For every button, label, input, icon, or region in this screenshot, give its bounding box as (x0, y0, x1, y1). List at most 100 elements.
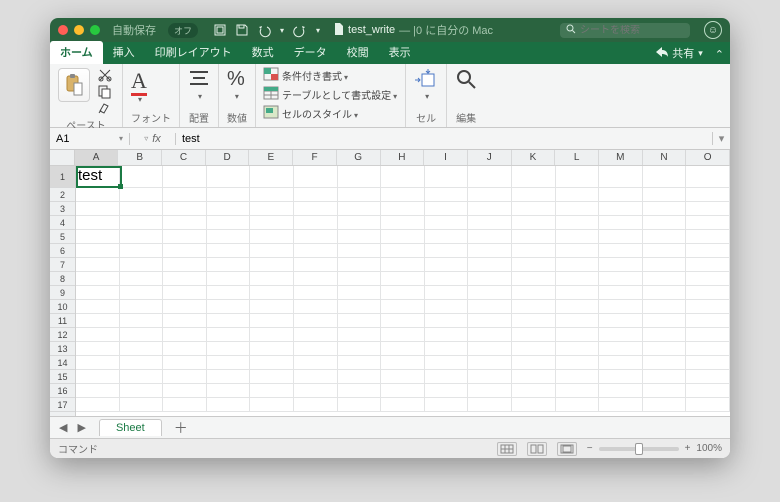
cell[interactable] (599, 188, 643, 202)
cell[interactable] (468, 286, 512, 300)
cell[interactable] (599, 384, 643, 398)
row-header[interactable]: 13 (50, 342, 75, 356)
col-header[interactable]: O (686, 150, 730, 165)
cell[interactable] (686, 244, 730, 258)
expand-formula-bar-icon[interactable]: ▾ (712, 132, 730, 145)
cell[interactable] (425, 286, 469, 300)
share-button[interactable]: 共有 ▾ (646, 42, 713, 64)
cells-button[interactable] (414, 68, 438, 91)
cell[interactable] (294, 216, 338, 230)
cell[interactable] (556, 300, 600, 314)
cell[interactable] (643, 328, 687, 342)
col-header[interactable]: K (512, 150, 556, 165)
cell[interactable] (163, 384, 207, 398)
cell[interactable] (338, 370, 382, 384)
cell[interactable] (207, 166, 251, 188)
row-header[interactable]: 5 (50, 230, 75, 244)
cell[interactable] (120, 314, 164, 328)
cell[interactable] (294, 166, 338, 188)
cell[interactable] (207, 202, 251, 216)
add-sheet-button[interactable]: ＋ (174, 418, 188, 438)
row-header[interactable]: 9 (50, 286, 75, 300)
cell[interactable] (76, 314, 120, 328)
cell[interactable] (643, 258, 687, 272)
cell[interactable] (468, 342, 512, 356)
cell[interactable] (512, 230, 556, 244)
cell[interactable] (599, 166, 643, 188)
cell[interactable] (556, 356, 600, 370)
cell[interactable] (250, 230, 294, 244)
col-header[interactable]: N (643, 150, 687, 165)
cell[interactable] (556, 328, 600, 342)
cell[interactable] (512, 216, 556, 230)
row-header[interactable]: 3 (50, 202, 75, 216)
cell[interactable] (207, 216, 251, 230)
cell[interactable] (250, 314, 294, 328)
cell[interactable] (120, 216, 164, 230)
cell[interactable] (643, 342, 687, 356)
undo-icon[interactable] (258, 24, 270, 36)
cell[interactable] (686, 314, 730, 328)
cell[interactable] (250, 300, 294, 314)
cell[interactable] (468, 188, 512, 202)
paste-button[interactable] (58, 68, 90, 102)
cell[interactable] (120, 370, 164, 384)
col-header[interactable]: I (424, 150, 468, 165)
cell[interactable] (425, 384, 469, 398)
cell[interactable] (294, 356, 338, 370)
cell[interactable] (381, 342, 425, 356)
cell[interactable] (294, 328, 338, 342)
fx-button[interactable]: fx (152, 133, 161, 145)
cell[interactable] (381, 384, 425, 398)
cell[interactable] (425, 398, 469, 412)
view-normal-icon[interactable] (497, 442, 517, 456)
cell[interactable] (76, 370, 120, 384)
cell[interactable] (643, 398, 687, 412)
cell[interactable] (643, 188, 687, 202)
cell[interactable] (76, 300, 120, 314)
cell[interactable] (76, 342, 120, 356)
cell[interactable] (163, 202, 207, 216)
cell[interactable] (425, 370, 469, 384)
tab-data[interactable]: データ (284, 41, 337, 64)
save-icon[interactable] (236, 24, 248, 36)
feedback-icon[interactable]: ☺ (704, 21, 722, 39)
col-header[interactable]: J (468, 150, 512, 165)
cell[interactable] (250, 286, 294, 300)
formula-input[interactable]: test (176, 133, 712, 145)
cell[interactable] (294, 258, 338, 272)
cell[interactable] (294, 342, 338, 356)
align-button[interactable] (188, 68, 210, 91)
search-input[interactable] (580, 25, 684, 36)
sheet-tab[interactable]: Sheet (99, 419, 162, 436)
select-all-corner[interactable] (50, 150, 75, 165)
name-box[interactable]: A1 ▾ (50, 133, 130, 145)
cell[interactable] (686, 188, 730, 202)
cell[interactable] (381, 356, 425, 370)
cell[interactable] (512, 398, 556, 412)
cell[interactable] (643, 216, 687, 230)
cell[interactable] (468, 230, 512, 244)
cell[interactable] (599, 202, 643, 216)
cell[interactable] (599, 244, 643, 258)
cell[interactable] (207, 300, 251, 314)
cell[interactable] (468, 272, 512, 286)
cell[interactable] (76, 272, 120, 286)
cut-icon[interactable] (96, 68, 114, 82)
cell[interactable] (250, 384, 294, 398)
cell[interactable] (294, 398, 338, 412)
cell[interactable] (120, 188, 164, 202)
cell[interactable] (250, 244, 294, 258)
cell[interactable] (556, 342, 600, 356)
cell[interactable] (512, 258, 556, 272)
home-icon[interactable] (214, 24, 226, 36)
cell[interactable] (556, 286, 600, 300)
cell[interactable] (76, 258, 120, 272)
cell[interactable] (120, 230, 164, 244)
row-header[interactable]: 4 (50, 216, 75, 230)
cell[interactable] (556, 258, 600, 272)
cell[interactable] (512, 166, 556, 188)
cell[interactable] (425, 258, 469, 272)
conditional-formatting-button[interactable]: 条件付き書式 (264, 68, 397, 83)
cell[interactable] (250, 342, 294, 356)
